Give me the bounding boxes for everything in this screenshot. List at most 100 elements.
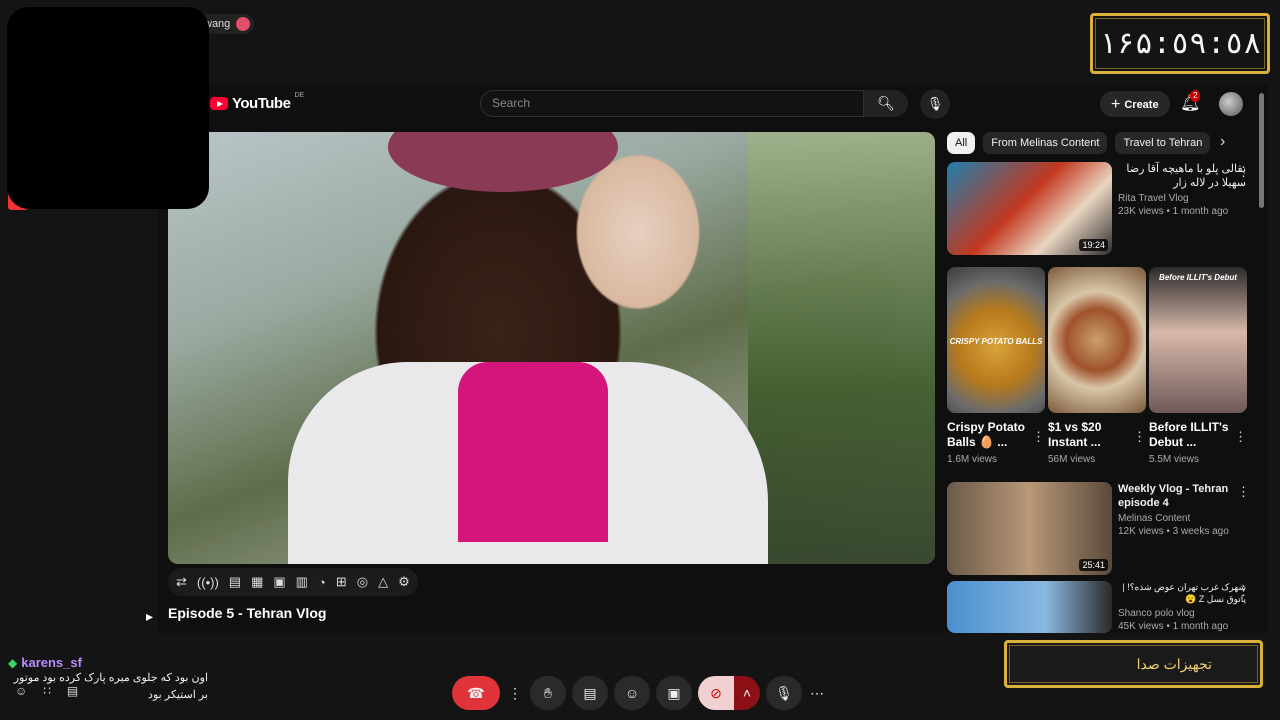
- vertical-dots-icon: ⋮: [508, 684, 522, 701]
- shorts-shelf: CRISPY POTATO BALLS Crispy Potato Balls …: [947, 267, 1247, 465]
- chip-all[interactable]: All: [947, 132, 976, 154]
- region-code: DE: [294, 92, 305, 99]
- smiley-icon: ☺: [624, 685, 640, 701]
- voice-search-button[interactable]: 🎙︎: [920, 89, 950, 119]
- chat-message: ◆ karens_sf اون بود که جلوی میره پارک کر…: [8, 655, 208, 704]
- video-meta: بقالی پلو با ماهیچه آقا رضا سهیلا در لال…: [1118, 162, 1250, 255]
- audio-settings-button[interactable]: تجهیزات صدا: [1004, 640, 1263, 688]
- chip-travel[interactable]: Travel to Tehran: [1115, 132, 1211, 154]
- add-icon[interactable]: ⊞: [336, 574, 347, 590]
- search-button[interactable]: 🔍︎: [864, 90, 908, 117]
- more-options-icon[interactable]: ⋮: [1237, 164, 1250, 180]
- video-player[interactable]: [168, 132, 935, 564]
- short-item[interactable]: $1 vs $20 Instant ... 56M views ⋮: [1048, 267, 1146, 465]
- camera-toggle-button[interactable]: ⊘: [698, 676, 734, 710]
- microphone-icon: 🎙︎: [926, 96, 944, 111]
- microphone-icon: 🎙︎: [775, 684, 793, 701]
- short-item[interactable]: CRISPY POTATO BALLS Crispy Potato Balls …: [947, 267, 1045, 465]
- clock-display: ۱۶۵:٥٩:٥٨: [1090, 13, 1270, 74]
- cinema-icon[interactable]: ▥: [296, 574, 308, 590]
- settings-icon[interactable]: ⚙: [398, 574, 410, 590]
- short-item[interactable]: Before ILLIT's Debut Before ILLIT's Debu…: [1149, 267, 1247, 465]
- phone-hangup-icon: ☎: [467, 684, 485, 701]
- video-meta: شهرک غرب تهران عوض شده؟! | پاتوق نسل Z 😮…: [1118, 581, 1250, 633]
- chat-username: karens_sf: [21, 655, 82, 670]
- chevron-right-icon[interactable]: ›: [1220, 133, 1225, 151]
- short-title: $1 vs $20 Instant ...: [1048, 420, 1102, 449]
- camera-off-icon: ⊘: [710, 684, 722, 701]
- video-trees: [748, 132, 935, 564]
- screenshot-icon[interactable]: ◎: [357, 574, 368, 590]
- youtube-window: YouTube DE Search 🔍︎ 🎙︎ + Create 🔔︎ 2 ⇄ ((…: [158, 83, 1268, 633]
- captions-icon: ▤: [583, 684, 597, 701]
- video-thumbnail: 19:24: [947, 162, 1112, 255]
- more-options-icon[interactable]: ⋮: [1133, 429, 1146, 445]
- short-views: 1.6M views: [947, 454, 998, 465]
- loop-icon[interactable]: ⇄: [176, 574, 187, 590]
- video-title-text: Weekly Vlog - Tehran episode 4: [1118, 483, 1229, 509]
- video-stats: 12K views • 3 weeks ago: [1118, 526, 1229, 537]
- clapper-icon[interactable]: ▦: [251, 574, 263, 590]
- youtube-header: YouTube DE Search 🔍︎ 🎙︎ + Create 🔔︎ 2: [158, 83, 1268, 125]
- short-views: 56M views: [1048, 454, 1096, 465]
- short-caption: CRISPY POTATO BALLS: [949, 337, 1043, 346]
- video-duration: 25:41: [1079, 559, 1108, 571]
- broadcast-icon[interactable]: ((•)): [197, 575, 219, 590]
- more-options-icon[interactable]: ⋮: [1234, 429, 1247, 445]
- more-options-icon[interactable]: ⋮: [1032, 429, 1045, 445]
- more-options-icon[interactable]: ⋮: [1237, 583, 1250, 599]
- video-title-text: بقالی پلو با ماهیچه آقا رضا سهیلا در لال…: [1126, 163, 1246, 189]
- create-label: Create: [1124, 99, 1159, 111]
- video-duration: 19:24: [1079, 239, 1108, 251]
- screen: YouTube DE Search 🔍︎ 🎙︎ + Create 🔔︎ 2 ⇄ ((…: [0, 0, 1280, 720]
- short-thumbnail: [1048, 267, 1146, 413]
- picture-in-picture-icon[interactable]: ▣: [273, 574, 285, 590]
- account-avatar[interactable]: [1219, 92, 1243, 116]
- chip-from-channel[interactable]: From Melinas Content: [983, 132, 1108, 154]
- short-thumbnail: CRISPY POTATO BALLS: [947, 267, 1045, 413]
- flask-icon[interactable]: △: [378, 574, 388, 590]
- filter-chips: All From Melinas Content Travel to Tehra…: [947, 132, 1211, 154]
- chevron-up-icon: ˄: [742, 685, 752, 701]
- reactions-button[interactable]: ☺: [614, 676, 650, 710]
- hand-icon: ✋︎: [544, 684, 552, 701]
- short-thumbnail: Before ILLIT's Debut: [1149, 267, 1247, 413]
- horizontal-dots-icon: ⋯: [810, 684, 824, 701]
- recommendation-item[interactable]: شهرک غرب تهران عوض شده؟! | پاتوق نسل Z 😮…: [947, 581, 1250, 633]
- scrollbar[interactable]: [1259, 93, 1264, 208]
- more-button[interactable]: ⋯: [808, 676, 826, 710]
- search-input[interactable]: Search: [480, 90, 864, 117]
- end-call-button[interactable]: ☎: [452, 676, 500, 710]
- recommendation-item[interactable]: 25:41 Weekly Vlog - Tehran episode 4 Mel…: [947, 482, 1250, 575]
- channel-name: Rita Travel Vlog: [1118, 193, 1189, 204]
- video-thumbnail: 25:41: [947, 482, 1112, 575]
- notifications-button[interactable]: 🔔︎ 2: [1180, 90, 1201, 113]
- video-pink-top: [458, 362, 608, 542]
- more-options-icon[interactable]: ⋮: [1237, 484, 1250, 500]
- video-title-text: شهرک غرب تهران عوض شده؟! | پاتوق نسل Z 😮: [1122, 582, 1246, 604]
- diamond-icon: ◆: [8, 655, 18, 670]
- raise-hand-button[interactable]: ✋︎: [530, 676, 566, 710]
- recommendation-item[interactable]: 19:24 بقالی پلو با ماهیچه آقا رضا سهیلا …: [947, 162, 1250, 255]
- youtube-wordmark: YouTube: [232, 95, 291, 112]
- speed-icon[interactable]: ◔: [318, 575, 326, 590]
- webcam-feed: [7, 7, 209, 209]
- video-cap: [388, 132, 618, 192]
- playlist-icon[interactable]: ▤: [229, 574, 241, 590]
- call-controls: ☎ ⋮ ✋︎ ▤ ☺ ▣ ⊘ ˄ 🎙︎ ⋯: [452, 676, 826, 710]
- short-views: 5.5M views: [1149, 454, 1200, 465]
- channel-name: Melinas Content: [1118, 513, 1191, 524]
- player-extension-toolbar: ⇄ ((•)) ▤ ▦ ▣ ▥ ◔ ⊞ ◎ △ ⚙: [168, 568, 418, 596]
- captions-button[interactable]: ▤: [572, 676, 608, 710]
- youtube-play-icon: [210, 97, 228, 110]
- camera-options-button[interactable]: ˄: [734, 676, 760, 710]
- microphone-button[interactable]: 🎙︎: [766, 676, 802, 710]
- create-button[interactable]: + Create: [1100, 91, 1170, 117]
- participant-avatar: [236, 17, 251, 31]
- youtube-logo[interactable]: YouTube DE: [210, 92, 305, 112]
- short-title: Crispy Potato Balls 🥚 ...: [947, 420, 1026, 449]
- more-options-button[interactable]: ⋮: [506, 676, 524, 710]
- search-icon: 🔍︎: [877, 95, 895, 111]
- chat-text: اون بود که جلوی میره پارک کرده بود موتور…: [13, 672, 208, 701]
- share-screen-button[interactable]: ▣: [656, 676, 692, 710]
